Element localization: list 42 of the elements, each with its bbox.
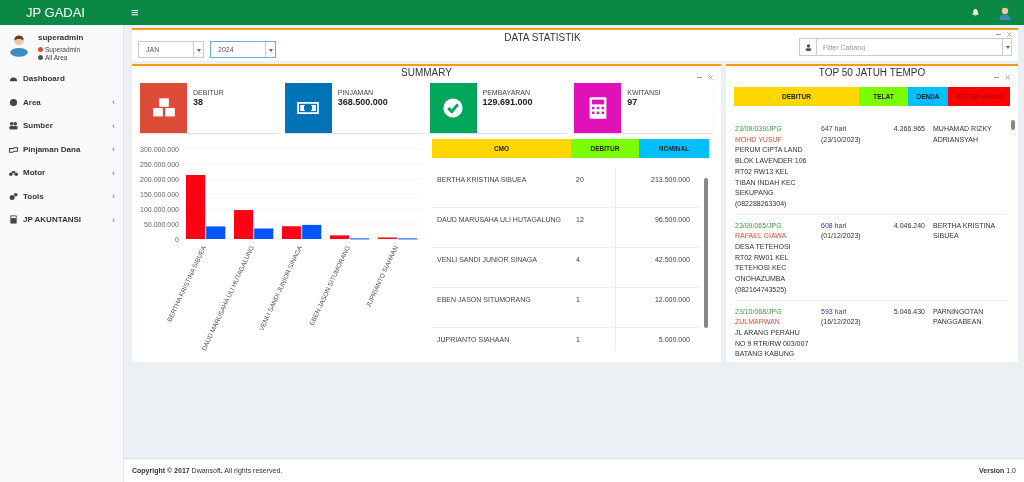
chevron-icon: ‹ [112,191,115,202]
panel-title: SUMMARY [401,67,452,78]
calculator-icon [9,215,18,225]
user-avatar-icon[interactable] [998,5,1012,20]
sidebar-item[interactable]: Sumber ‹ [0,114,123,138]
globe-icon [38,55,43,60]
sidebar-item[interactable]: Area ‹ [0,90,123,114]
bar [282,226,302,239]
check-circle-icon [441,96,465,120]
close-icon[interactable] [1005,75,1010,80]
motorcycle-icon [9,168,18,178]
user-avatar-icon [8,33,30,57]
chevron-icon: ‹ [112,214,115,225]
chevron-icon: ‹ [112,120,115,131]
chevron-icon: ‹ [112,167,115,178]
sidebar-item[interactable]: Tools ‹ [0,184,123,208]
card-value: 38 [193,97,204,107]
user-icon [804,43,812,51]
caret-icon [265,42,275,57]
caret-icon [193,42,203,57]
gears-icon [9,191,18,201]
sidebar-item[interactable]: Dashboard [0,67,123,91]
handshake-icon [9,144,18,154]
user-name: superadmin [38,33,84,42]
bell-icon[interactable] [971,8,980,17]
section-title: DATA STATISTIK [503,32,582,43]
globe-icon [9,97,18,107]
status-icon [38,47,43,52]
panel-title: TOP 50 JATUH TEMPO [818,67,926,78]
caret-icon [1003,38,1012,56]
close-icon[interactable] [1007,32,1012,37]
sidebar-item[interactable]: Pinjaman Dana ‹ [0,137,123,161]
card-value: 97 [627,97,639,107]
users-icon [9,121,18,131]
close-icon[interactable] [708,75,713,80]
card-value: 368.500.000 [337,97,388,107]
app-logo[interactable]: JP GADAI [0,5,123,20]
sidebar-item[interactable]: Motor ‹ [0,161,123,185]
card-value: 129.691.000 [482,97,533,107]
chevron-icon: ‹ [112,144,115,155]
sidebar-item[interactable]: JP AKUNTANSI ‹ [0,208,123,232]
chevron-icon: ‹ [112,97,115,108]
